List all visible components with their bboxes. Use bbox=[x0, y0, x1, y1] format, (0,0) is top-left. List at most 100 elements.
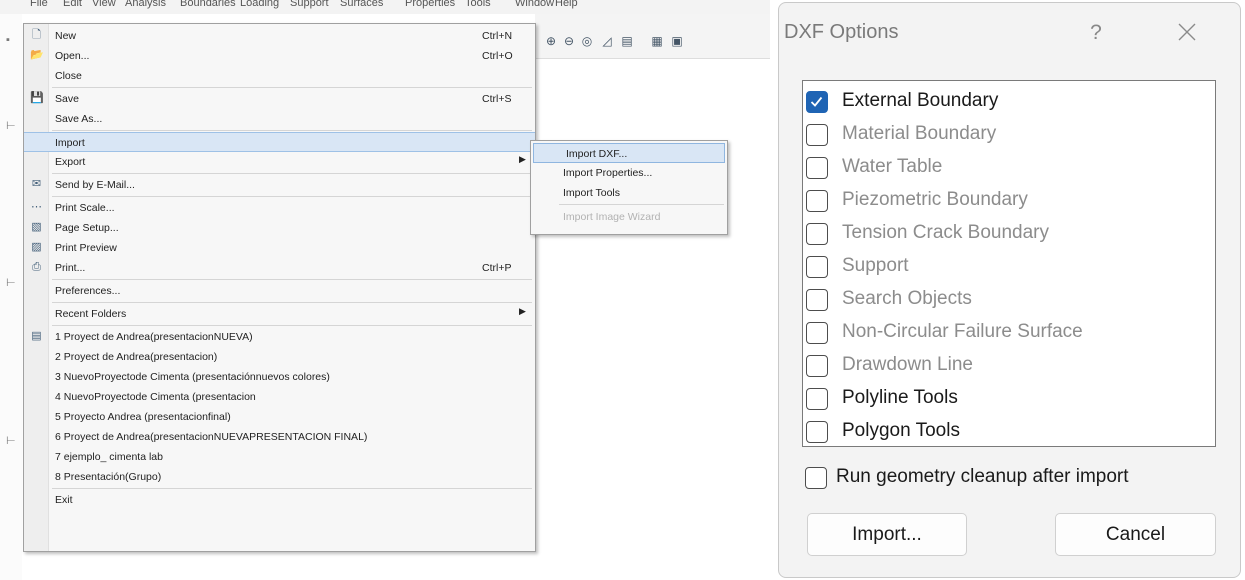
file-menu-item-7-ejemplo-cimenta-lab[interactable]: 7 ejemplo_ cimenta lab bbox=[24, 447, 535, 467]
option-polyline-tools[interactable]: Polyline Tools bbox=[806, 382, 1206, 415]
menu-item-label: Import Image Wizard bbox=[563, 211, 661, 223]
zoom-out-icon[interactable]: ⊖ bbox=[562, 34, 576, 48]
option-water-table[interactable]: Water Table bbox=[806, 151, 1206, 184]
file-menu-item-2-proyect-de-andrea-presentacion[interactable]: 2 Proyect de Andrea(presentacion) bbox=[24, 347, 535, 367]
import-button[interactable]: Import... bbox=[807, 513, 967, 556]
option-label: External Boundary bbox=[842, 90, 999, 111]
file-menu-item-new[interactable]: 🗋 New Ctrl+N bbox=[24, 26, 535, 46]
zoom-in-icon[interactable]: ⊕ bbox=[544, 34, 558, 48]
checkbox[interactable] bbox=[806, 256, 828, 278]
file-menu-item-recent-folders[interactable]: Recent Folders ▶ bbox=[24, 304, 535, 324]
zoom-window-icon[interactable]: ◎ bbox=[580, 34, 594, 48]
menubar-item[interactable]: Support bbox=[290, 0, 329, 9]
file-menu-item-5-proyecto-andrea-presentacionfinal[interactable]: 5 Proyecto Andrea (presentacionfinal) bbox=[24, 407, 535, 427]
option-label: Search Objects bbox=[842, 288, 972, 309]
tool-icon[interactable]: ▪ bbox=[6, 34, 10, 46]
option-label: Support bbox=[842, 255, 909, 276]
submenu-arrow-icon: ▶ bbox=[519, 306, 526, 316]
menubar-item[interactable]: Surfaces bbox=[340, 0, 383, 9]
file-menu-item-4-nuevoproyectode-cimenta-presentacion[interactable]: 4 NuevoProyectode Cimenta (presentacion bbox=[24, 387, 535, 407]
checkbox[interactable] bbox=[806, 124, 828, 146]
menubar-item[interactable]: Edit bbox=[63, 0, 82, 9]
file-menu-item-1-proyect-de-andrea-presentacionnueva[interactable]: ▤ 1 Proyect de Andrea(presentacionNUEVA) bbox=[24, 327, 535, 347]
file-menu-item-close[interactable]: Close bbox=[24, 66, 535, 86]
file-menu-item-page-setup[interactable]: ▧ Page Setup... bbox=[24, 218, 535, 238]
file-menu-item-export[interactable]: Export ▶ bbox=[24, 152, 535, 172]
menubar-item[interactable]: Tools bbox=[465, 0, 491, 9]
option-external-boundary[interactable]: External Boundary bbox=[806, 85, 1206, 118]
checkbox[interactable] bbox=[806, 421, 828, 443]
option-label: Water Table bbox=[842, 156, 943, 177]
menu-separator bbox=[52, 279, 532, 280]
cancel-button[interactable]: Cancel bbox=[1055, 513, 1216, 556]
option-polygon-tools[interactable]: Polygon Tools bbox=[806, 415, 1206, 448]
geometry-cleanup-checkbox[interactable]: Run geometry cleanup after import bbox=[805, 461, 1215, 494]
copy-icon[interactable]: ▦ bbox=[650, 34, 664, 48]
checkbox[interactable] bbox=[806, 322, 828, 344]
submenu-item-import-tools[interactable]: Import Tools bbox=[531, 183, 727, 203]
ruler-tick-icon: ⊢ bbox=[6, 120, 16, 132]
menubar-item[interactable]: Loading bbox=[240, 0, 279, 9]
file-menu-item-6-proyect-de-andrea-presentacionnuevapresentacion-final[interactable]: 6 Proyect de Andrea(presentacionNUEVAPRE… bbox=[24, 427, 535, 447]
layer-icon[interactable]: ▤ bbox=[620, 34, 634, 48]
checkbox[interactable] bbox=[806, 289, 828, 311]
menu-item-label: 3 NuevoProyectode Cimenta (presentaciónn… bbox=[55, 371, 330, 383]
submenu-item-import-properties[interactable]: Import Properties... bbox=[531, 163, 727, 183]
submenu-item-import-dxf[interactable]: Import DXF... bbox=[533, 143, 725, 163]
print-scale-icon: ⋯ bbox=[31, 201, 42, 213]
option-tension-crack-boundary[interactable]: Tension Crack Boundary bbox=[806, 217, 1206, 250]
file-menu-item-8-presentaci-n-grupo[interactable]: 8 Presentación(Grupo) bbox=[24, 467, 535, 487]
menubar-item[interactable]: Window bbox=[515, 0, 554, 9]
menu-item-label: Close bbox=[55, 70, 82, 82]
checkbox[interactable] bbox=[806, 355, 828, 377]
file-menu-item-print-preview[interactable]: ▨ Print Preview bbox=[24, 238, 535, 258]
menu-separator bbox=[52, 173, 532, 174]
file-menu-item-save-as[interactable]: Save As... bbox=[24, 109, 535, 129]
checkbox[interactable] bbox=[806, 223, 828, 245]
new-file-icon: 🗋 bbox=[32, 29, 41, 41]
menubar-item[interactable]: Help bbox=[555, 0, 578, 9]
help-button[interactable]: ? bbox=[1084, 19, 1108, 47]
menubar-item[interactable]: Boundaries bbox=[180, 0, 236, 9]
checkbox[interactable] bbox=[806, 157, 828, 179]
file-menu-item-import[interactable]: Import bbox=[24, 132, 535, 152]
menubar-item[interactable]: Properties bbox=[405, 0, 455, 9]
option-label: Non-Circular Failure Surface bbox=[842, 321, 1083, 342]
menubar-item[interactable]: View bbox=[92, 0, 116, 9]
dxf-options-dialog: DXF Options ? External Boundary Material … bbox=[778, 2, 1241, 578]
file-menu-item-preferences[interactable]: Preferences... bbox=[24, 281, 535, 301]
option-label: Polygon Tools bbox=[842, 420, 960, 441]
checkbox[interactable] bbox=[806, 190, 828, 212]
menu-separator bbox=[52, 130, 532, 131]
option-search-objects[interactable]: Search Objects bbox=[806, 283, 1206, 316]
option-support[interactable]: Support bbox=[806, 250, 1206, 283]
draw-icon[interactable]: ◿ bbox=[600, 34, 614, 48]
file-menu-item-exit[interactable]: Exit bbox=[24, 490, 535, 510]
file-menu-item-print-scale[interactable]: ⋯ Print Scale... bbox=[24, 198, 535, 218]
file-menu-item-print[interactable]: ⎙ Print... Ctrl+P bbox=[24, 258, 535, 278]
menubar-item[interactable]: Analysis bbox=[125, 0, 166, 9]
menu-bar: File Edit View Analysis Boundaries Loading Sup… bbox=[0, 0, 770, 14]
file-menu-item-open[interactable]: 📂 Open... Ctrl+O bbox=[24, 46, 535, 66]
checked-checkbox[interactable] bbox=[806, 91, 828, 113]
file-menu-item-send-by-e-mail[interactable]: ✉ Send by E-Mail... bbox=[24, 175, 535, 195]
paste-icon[interactable]: ▣ bbox=[670, 34, 684, 48]
option-drawdown-line[interactable]: Drawdown Line bbox=[806, 349, 1206, 382]
menu-separator bbox=[52, 196, 532, 197]
cleanup-label: Run geometry cleanup after import bbox=[836, 466, 1129, 487]
file-menu-item-3-nuevoproyectode-cimenta-presentaci-nnuevos-colores[interactable]: 3 NuevoProyectode Cimenta (presentaciónn… bbox=[24, 367, 535, 387]
menubar-item[interactable]: File bbox=[30, 0, 48, 9]
left-toolbar: ▪ ⊢ ⊢ ⊢ bbox=[0, 14, 22, 580]
option-non-circular-failure-surface[interactable]: Non-Circular Failure Surface bbox=[806, 316, 1206, 349]
checkbox[interactable] bbox=[805, 467, 827, 489]
menu-item-shortcut: Ctrl+N bbox=[482, 30, 513, 42]
dxf-options-list: External Boundary Material Boundary Water … bbox=[802, 80, 1216, 447]
option-piezometric-boundary[interactable]: Piezometric Boundary bbox=[806, 184, 1206, 217]
close-button[interactable] bbox=[1172, 17, 1202, 47]
file-menu-item-save[interactable]: 💾 Save Ctrl+S bbox=[24, 89, 535, 109]
menu-item-label: Save As... bbox=[55, 113, 103, 125]
checkbox[interactable] bbox=[806, 388, 828, 410]
save-icon: 💾 bbox=[30, 92, 44, 104]
page-setup-icon: ▧ bbox=[31, 221, 42, 233]
option-material-boundary[interactable]: Material Boundary bbox=[806, 118, 1206, 151]
